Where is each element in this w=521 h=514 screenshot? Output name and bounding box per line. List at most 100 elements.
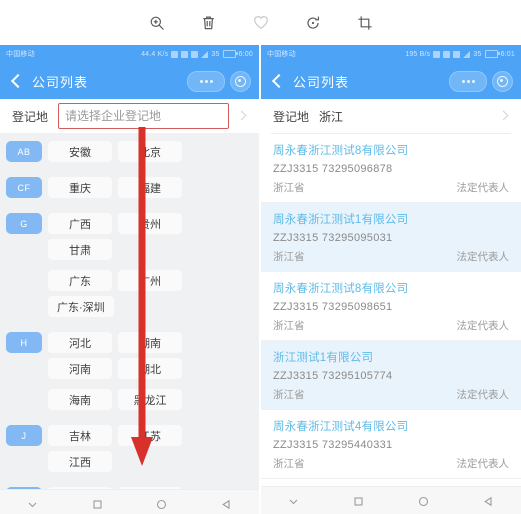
province-option[interactable]: 黑龙江 xyxy=(118,389,182,410)
letter-index-h[interactable]: H xyxy=(6,328,42,353)
province-option[interactable]: 广西 xyxy=(48,213,112,234)
registration-place-placeholder: 请选择企业登记地 xyxy=(65,109,162,123)
province-option[interactable]: 吉林 xyxy=(48,425,112,446)
collapse-keyboard-icon[interactable] xyxy=(285,493,303,511)
province-option[interactable]: 福建 xyxy=(118,177,182,198)
rotate-icon[interactable] xyxy=(302,12,324,34)
province-option[interactable]: 重庆 xyxy=(48,177,112,198)
back-triangle-icon[interactable] xyxy=(480,493,498,511)
filter-label: 登记地 xyxy=(273,109,310,124)
left-nav-bar: 公司列表 xyxy=(0,63,259,99)
province-option[interactable]: 辽宁 xyxy=(48,487,112,489)
company-region: 浙江省 xyxy=(273,182,305,194)
miniprogram-capsule xyxy=(449,71,513,92)
province-option[interactable]: 广东·深圳 xyxy=(48,296,114,317)
home-circle-icon[interactable] xyxy=(415,493,433,511)
province-option[interactable]: 宁夏 xyxy=(118,487,182,489)
company-code: ZZJ3315 73295098651 xyxy=(273,301,393,313)
battery-icon xyxy=(484,50,500,58)
right-status-bar: 中国移动 195 B/s 35 6:01 xyxy=(261,45,521,63)
collapse-keyboard-icon[interactable] xyxy=(23,496,41,514)
province-option[interactable]: 安徽 xyxy=(48,141,112,162)
miniprogram-capsule xyxy=(187,71,251,92)
back-chevron-icon[interactable] xyxy=(8,73,24,89)
filter-label: 登记地 xyxy=(12,109,49,124)
company-meta: 浙江省 法定代表人 xyxy=(273,180,509,195)
province-option[interactable]: 广东 xyxy=(48,270,112,291)
crop-icon[interactable] xyxy=(354,12,376,34)
signal-icon xyxy=(201,50,209,58)
back-triangle-icon[interactable] xyxy=(218,496,236,514)
province-option[interactable]: 河南 xyxy=(48,358,112,379)
close-miniprogram-button[interactable] xyxy=(230,71,251,92)
company-card[interactable]: 周永春浙江测试8有限公司 ZZJ3315 73295098651 浙江省 法定代表人 xyxy=(261,272,521,341)
company-card[interactable]: 周永春浙江测试4有限公司 ZZJ3315 73295440331 浙江省 法定代表人 xyxy=(261,410,521,479)
company-card[interactable]: 浙江测试1有限公司 ZZJ3315 73295105774 浙江省 法定代表人 xyxy=(261,341,521,410)
province-items: 广西 贵州 甘肃广东 广州 广东·深圳 xyxy=(42,209,251,322)
province-group: G 广西 贵州 甘肃 广东 广州 广东·深圳 xyxy=(0,209,259,322)
image-toolbar xyxy=(0,0,521,45)
province-group: AB 安徽 北京 xyxy=(0,137,259,167)
company-region: 浙江省 xyxy=(273,389,305,401)
letter-index-ab[interactable]: AB xyxy=(6,137,42,162)
heart-icon[interactable] xyxy=(250,12,272,34)
battery-icon xyxy=(222,50,238,58)
company-role: 法定代表人 xyxy=(456,251,510,263)
company-list: 周永春浙江测试8有限公司 ZZJ3315 73295096878 浙江省 法定代表人周… xyxy=(261,134,521,486)
alarm-icon xyxy=(171,50,179,58)
recents-square-icon[interactable] xyxy=(350,493,368,511)
province-option[interactable]: 江苏 xyxy=(118,425,182,446)
company-role: 法定代表人 xyxy=(456,389,510,401)
company-code: ZZJ3315 73295105774 xyxy=(273,370,393,382)
right-nav-bar: 公司列表 xyxy=(261,63,521,99)
right-filter-row[interactable]: 登记地 浙江 xyxy=(261,99,521,133)
left-filter-row[interactable]: 登记地 请选择企业登记地 xyxy=(0,99,259,133)
company-name: 周永春浙江测试1有限公司 xyxy=(273,214,409,226)
company-meta: 浙江省 法定代表人 xyxy=(273,249,509,264)
letter-index-j[interactable]: J xyxy=(6,421,42,446)
more-menu-button[interactable] xyxy=(449,71,487,92)
right-system-nav xyxy=(261,486,521,514)
province-option[interactable]: 海南 xyxy=(48,389,112,410)
company-meta: 浙江省 法定代表人 xyxy=(273,318,509,333)
company-code: ZZJ3315 73295095031 xyxy=(273,232,393,244)
zoom-in-icon[interactable] xyxy=(146,12,168,34)
province-option[interactable]: 甘肃 xyxy=(48,239,112,260)
letter-index-g[interactable]: G xyxy=(6,209,42,234)
company-region: 浙江省 xyxy=(273,458,305,470)
province-option[interactable]: 贵州 xyxy=(118,213,182,234)
back-chevron-icon[interactable] xyxy=(269,73,285,89)
left-phone-screen: 中国移动 44.4 K/s 35 6:00 公司列表 登记地 请选择企业登记地 … xyxy=(0,45,259,514)
trash-icon[interactable] xyxy=(198,12,220,34)
letter-index-ln[interactable]: LN xyxy=(6,483,42,489)
province-option[interactable]: 河北 xyxy=(48,332,112,353)
province-option[interactable]: 北京 xyxy=(118,141,182,162)
letter-badge: CF xyxy=(6,177,42,198)
company-role: 法定代表人 xyxy=(456,182,510,194)
province-option[interactable]: 江西 xyxy=(48,451,112,472)
home-circle-icon[interactable] xyxy=(153,496,171,514)
registration-place-field[interactable]: 请选择企业登记地 xyxy=(58,103,229,129)
left-system-nav xyxy=(0,489,259,514)
signal-icon xyxy=(463,50,471,58)
close-miniprogram-button[interactable] xyxy=(492,71,513,92)
company-card[interactable]: 周永春浙江测试1有限公司 ZZJ3315 73295095031 浙江省 法定代表人 xyxy=(261,203,521,272)
letter-badge: AB xyxy=(6,141,42,162)
wifi-icon xyxy=(453,50,461,58)
alarm-icon xyxy=(433,50,441,58)
network-speed-label: 195 B/s xyxy=(405,50,431,58)
recents-square-icon[interactable] xyxy=(88,496,106,514)
company-name: 周永春浙江测试8有限公司 xyxy=(273,145,409,157)
province-items: 重庆 福建 xyxy=(42,173,251,203)
company-card[interactable]: 周永春浙江测试8有限公司 ZZJ3315 73295096878 浙江省 法定代表人 xyxy=(261,134,521,203)
clock-label: 6:00 xyxy=(238,50,253,58)
battery-percent-label: 35 xyxy=(473,50,482,58)
company-code: ZZJ3315 73295096878 xyxy=(273,163,393,175)
letter-index-cf[interactable]: CF xyxy=(6,173,42,198)
company-meta: 浙江省 法定代表人 xyxy=(273,387,509,402)
company-name: 周永春浙江测试4有限公司 xyxy=(273,421,409,433)
province-option[interactable]: 湖北 xyxy=(118,358,182,379)
province-option[interactable]: 广州 xyxy=(118,270,182,291)
more-menu-button[interactable] xyxy=(187,71,225,92)
province-option[interactable]: 湖南 xyxy=(118,332,182,353)
